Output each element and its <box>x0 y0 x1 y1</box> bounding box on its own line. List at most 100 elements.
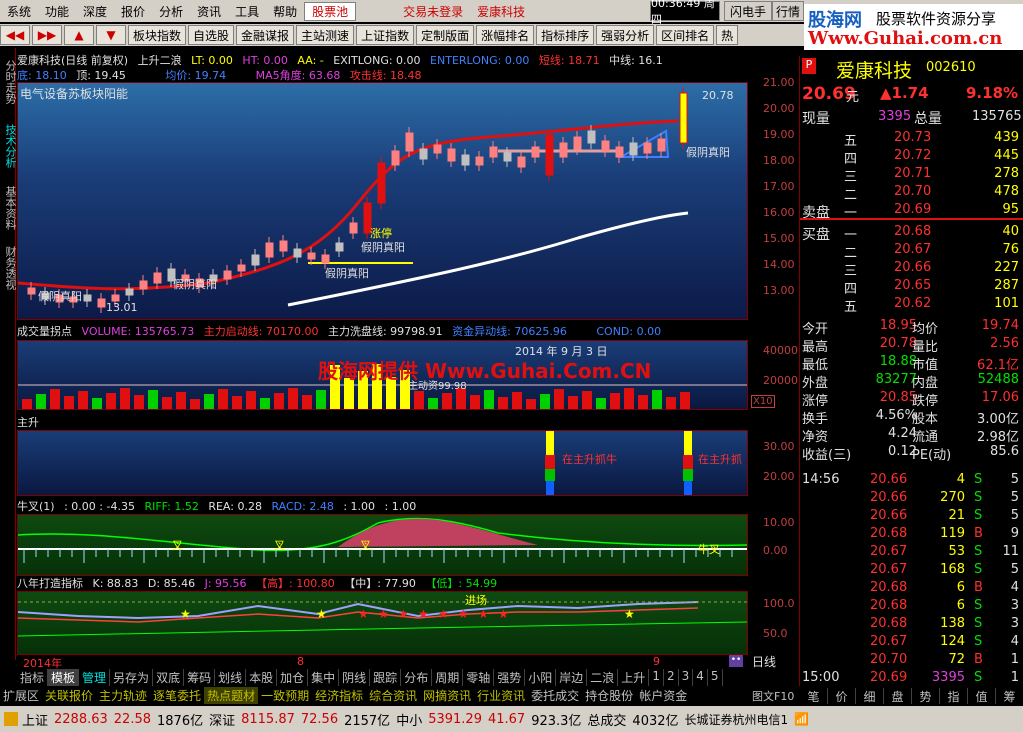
tab-financial[interactable]: 财务透视 <box>0 240 17 296</box>
info-holdings[interactable]: 持仓股份 <box>582 687 636 704</box>
volume-bar <box>610 393 620 409</box>
right-tab-2[interactable]: 细 <box>856 688 884 704</box>
nc-panel[interactable]: 叉 叉 叉 牛叉 <box>17 514 748 576</box>
tab-technical[interactable]: 技术分析 <box>0 118 17 174</box>
menu-item-news[interactable]: 资讯 <box>190 3 228 20</box>
menu-item-system[interactable]: 系统 <box>0 3 38 20</box>
btab-rise[interactable]: 上升 <box>618 669 650 686</box>
btab-1[interactable]: 1 <box>649 669 664 686</box>
btab-period[interactable]: 周期 <box>432 669 464 686</box>
quote-button[interactable]: 行情 <box>772 1 805 21</box>
btab-shore[interactable]: 岸边 <box>556 669 588 686</box>
btab-saveas[interactable]: 另存为 <box>110 669 154 686</box>
btab-draw[interactable]: 划线 <box>215 669 247 686</box>
bn-k: K: 88.83 <box>92 577 139 590</box>
nc-svg <box>18 517 747 563</box>
stat-label: 换手 <box>802 412 829 427</box>
forward-button[interactable]: ▶▶ <box>32 25 62 45</box>
back-button[interactable]: ◀◀ <box>0 25 30 45</box>
tick-side: S <box>974 508 983 523</box>
btab-chips[interactable]: 筹码 <box>184 669 216 686</box>
menu-item-tools[interactable]: 工具 <box>228 3 266 20</box>
btab-5[interactable]: 5 <box>708 669 723 686</box>
tb-indicator-sort[interactable]: 指标排序 <box>536 25 595 45</box>
right-tab-5[interactable]: 指 <box>940 688 968 704</box>
info-funds[interactable]: 帐户资金 <box>636 687 690 704</box>
volume-panel[interactable]: 2014 年 9 月 3 日 股海网提供 Www.Guhai.Com.CN 主动… <box>17 340 748 410</box>
right-tab-0[interactable]: 笔 <box>800 688 828 704</box>
chart-area[interactable]: 爱康科技(日线 前复权) 上升二浪 LT: 0.00 HT: 0.00 AA: … <box>17 48 798 670</box>
logo-url: Www.Guhai.com.cn <box>808 28 1003 49</box>
btab-this-stock[interactable]: 本股 <box>246 669 278 686</box>
info-related[interactable]: 关联报价 <box>42 687 96 704</box>
info-digest[interactable]: 网摘资讯 <box>420 687 474 704</box>
right-tab-3[interactable]: 盘 <box>884 688 912 704</box>
tb-strength[interactable]: 强弱分析 <box>596 25 655 45</box>
volume-bar <box>246 391 256 409</box>
btab-distribution[interactable]: 分布 <box>401 669 433 686</box>
tb-gain-rank[interactable]: 涨幅排名 <box>476 25 535 45</box>
flash-trade-button[interactable]: 闪电手 <box>724 1 773 21</box>
day-line-button[interactable]: 日线 <box>752 653 776 670</box>
bn-low: 【低】: 54.99 <box>425 577 498 590</box>
btab-add[interactable]: 加仓 <box>277 669 309 686</box>
info-order[interactable]: 逐笔委托 <box>150 687 204 704</box>
volume-bar <box>414 391 424 409</box>
tb-watchlist[interactable]: 自选股 <box>188 25 235 45</box>
btab-track[interactable]: 跟踪 <box>370 669 402 686</box>
btab-concentrate[interactable]: 集中 <box>308 669 340 686</box>
stock-pool-button[interactable]: 股票池 <box>304 1 357 21</box>
tab-intraday[interactable]: 分时走势 <box>0 54 17 110</box>
volume-bar <box>624 388 634 409</box>
info-industry[interactable]: 行业资讯 <box>474 687 528 704</box>
bn-panel[interactable]: ★ ★ ★ ★ ★ ★ ★ ★ ★ ★ ★ 进场 <box>17 591 748 655</box>
zs-panel[interactable]: 在主升抓牛 在主升抓 <box>17 430 748 496</box>
btab-manage[interactable]: 管理 <box>79 669 111 686</box>
trade-status[interactable]: 交易未登录 <box>396 3 470 20</box>
btab-3[interactable]: 3 <box>679 669 694 686</box>
tb-custom-layout[interactable]: 定制版面 <box>416 25 475 45</box>
btab-2[interactable]: 2 <box>664 669 679 686</box>
volume-bar <box>652 390 662 409</box>
btab-indicator[interactable]: 指标 <box>17 669 49 686</box>
tb-range-rank[interactable]: 区间排名 <box>656 25 715 45</box>
menu-item-quote[interactable]: 报价 <box>114 3 152 20</box>
tb-speedtest[interactable]: 主站测速 <box>296 25 355 45</box>
btab-double-bottom[interactable]: 双底 <box>153 669 185 686</box>
tb-hot[interactable]: 热 <box>716 25 739 45</box>
info-economy[interactable]: 经济指标 <box>312 687 366 704</box>
tab-fundamental[interactable]: 基本资料 <box>0 180 17 236</box>
btab-second-wave[interactable]: 二浪 <box>587 669 619 686</box>
info-main-track[interactable]: 主力轨迹 <box>96 687 150 704</box>
info-hot-topic[interactable]: 热点题材 <box>204 687 259 704</box>
right-tab-7[interactable]: 筹 <box>996 688 1023 704</box>
f10-button[interactable]: 图文F10 <box>752 688 794 704</box>
tb-sector-index[interactable]: 板块指数 <box>128 25 187 45</box>
tb-finance[interactable]: 金融谋报 <box>236 25 295 45</box>
menu-item-function[interactable]: 功能 <box>38 3 76 20</box>
btab-4[interactable]: 4 <box>693 669 708 686</box>
ma5-angle: MA5角度: 63.68 <box>255 69 341 82</box>
nc-label-3: 叉 <box>360 539 371 552</box>
right-tab-6[interactable]: 值 <box>968 688 996 704</box>
btab-zero-axis[interactable]: 零轴 <box>463 669 495 686</box>
up-button[interactable]: ▲ <box>64 25 94 45</box>
right-tab-1[interactable]: 价 <box>828 688 856 704</box>
btab-small-yang[interactable]: 小阳 <box>525 669 557 686</box>
btab-yin[interactable]: 阴线 <box>339 669 371 686</box>
candlestick-panel[interactable]: 电气设备苏板块阳能 20.78 13.01 假阴真阳 假阴真阳 假阴真阳 假阴真… <box>17 82 748 320</box>
right-tab-4[interactable]: 势 <box>912 688 940 704</box>
menu-item-analysis[interactable]: 分析 <box>152 3 190 20</box>
tb-sh-index[interactable]: 上证指数 <box>356 25 415 45</box>
zoom-button[interactable]: •• <box>729 655 743 667</box>
info-forecast[interactable]: 一致预期 <box>258 687 312 704</box>
menu-item-help[interactable]: 帮助 <box>266 3 304 20</box>
info-ext[interactable]: 扩展区 <box>0 687 42 704</box>
info-trades[interactable]: 委托成交 <box>528 687 582 704</box>
btab-strong[interactable]: 强势 <box>494 669 526 686</box>
bid-price: 20.68 <box>894 224 932 239</box>
menu-item-depth[interactable]: 深度 <box>76 3 114 20</box>
down-button[interactable]: ▼ <box>96 25 126 45</box>
btab-template[interactable]: 模板 <box>48 669 80 686</box>
info-general-news[interactable]: 综合资讯 <box>366 687 420 704</box>
